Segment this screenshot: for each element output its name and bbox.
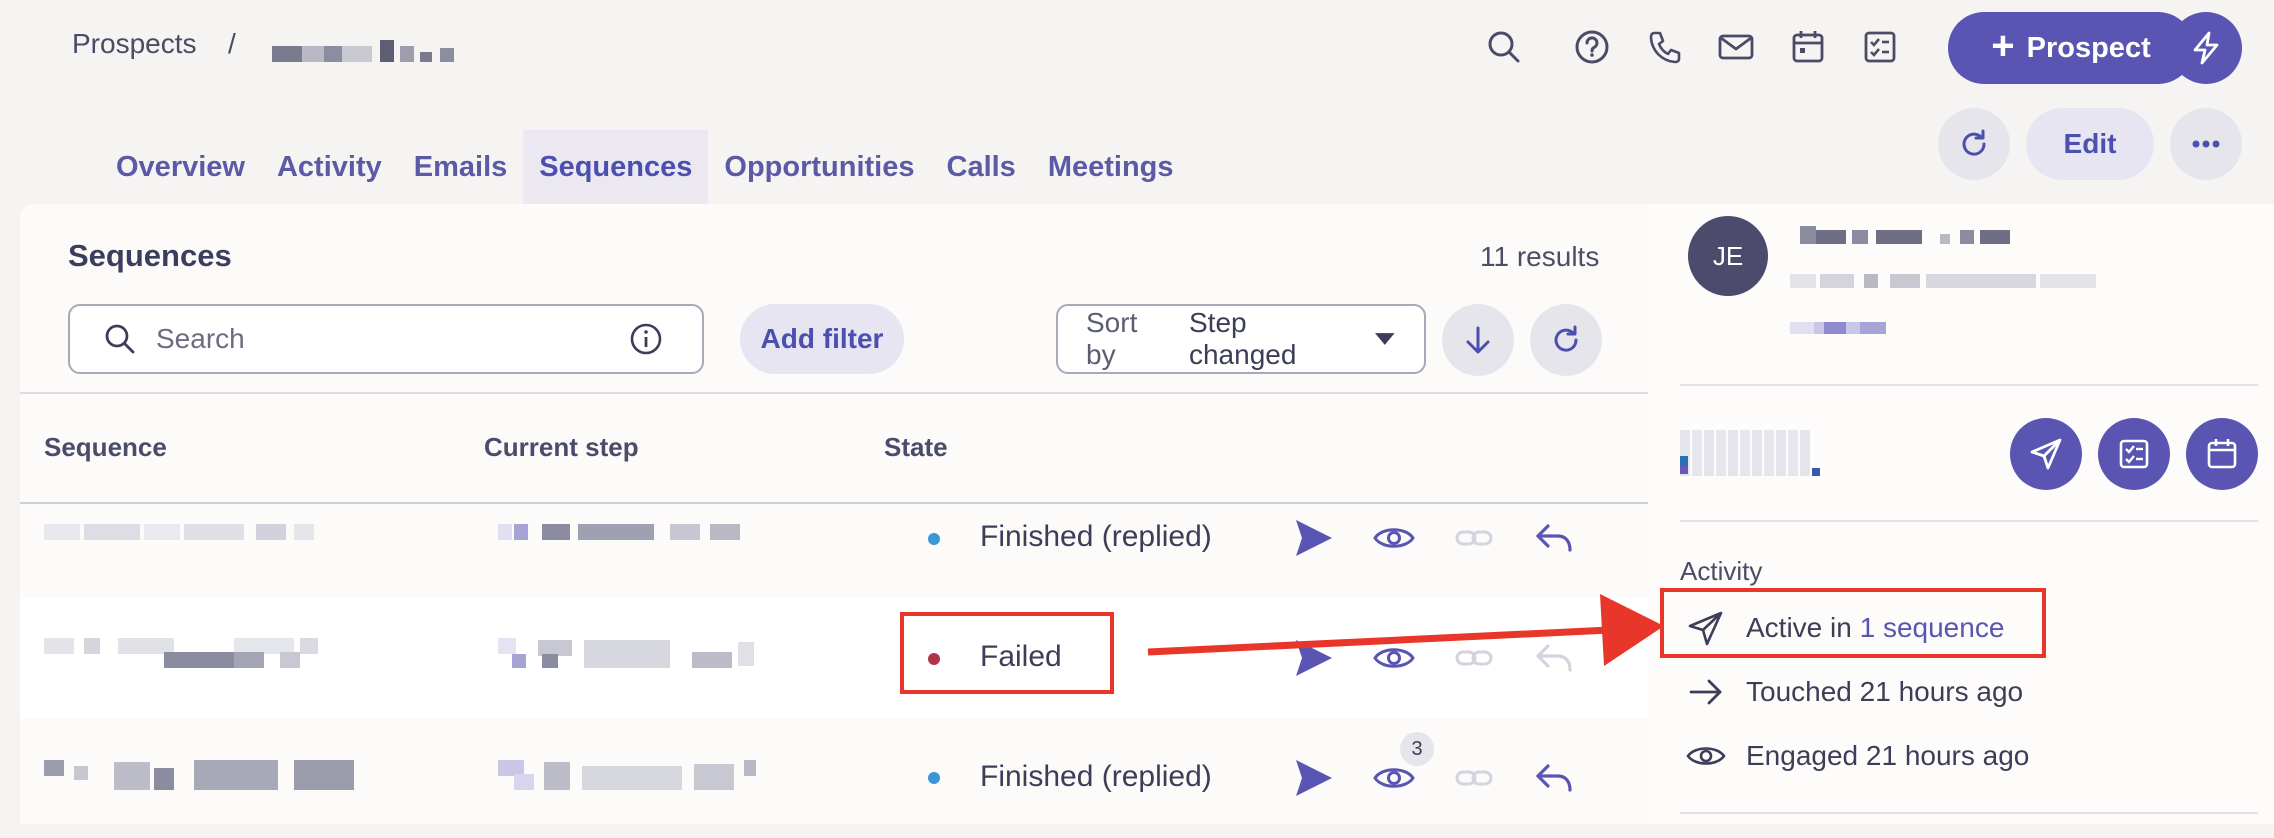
info-icon[interactable] [628,321,664,357]
annotation-arrow [1147,594,1664,666]
state-dot [928,772,940,784]
add-task-button[interactable] [2098,418,2170,490]
arrow-right-icon [1689,679,1722,705]
more-dots-icon [2192,140,2220,148]
task-icon [2119,439,2149,469]
lightning-icon [2193,31,2219,65]
add-prospect-label: Prospect [2026,31,2151,64]
column-header-sequence[interactable]: Sequence [44,432,167,463]
refresh-icon [1962,129,1986,156]
send-icon [2030,438,2062,470]
avatar: JE [1688,216,1768,296]
activity-heading: Activity [1680,556,1763,586]
refresh-list-button[interactable] [1530,304,1602,376]
quick-actions-button[interactable] [2170,12,2242,84]
tab-bar: Overview Activity Emails Sequences Oppor… [100,130,1190,204]
calendar-icon[interactable] [1786,25,1830,69]
more-button[interactable] [2170,108,2242,180]
sort-dropdown[interactable]: Sort by Step changed [1056,304,1426,374]
column-header-current-step[interactable]: Current step [484,432,639,463]
redacted-step-name [498,638,828,668]
reply-icon[interactable] [1532,756,1576,800]
failed-highlight-box [900,612,1114,694]
column-header-state[interactable]: State [884,432,948,463]
tab-sequences[interactable]: Sequences [523,130,709,204]
state-label: Finished (replied) [980,760,1212,793]
breadcrumb-parent[interactable]: Prospects [72,28,197,60]
redacted-step-name [498,520,828,542]
sort-direction-button[interactable] [1442,304,1514,376]
views-count-badge: 3 [1400,732,1434,766]
redacted-contact-title [1790,272,2110,292]
results-count: 11 results [1480,241,1600,272]
link-icon[interactable] [1452,756,1496,800]
refresh-icon [1554,325,1578,352]
panel-title: Sequences [68,238,232,273]
send-icon[interactable] [1292,516,1336,560]
redacted-sequence-name [44,638,424,668]
search-icon [105,324,135,354]
redacted-sequence-name [44,760,424,790]
engagement-sparkline [1680,430,1826,478]
sort-value: Step changed [1188,307,1297,370]
touched-text: Touched 21 hours ago [1746,676,2024,707]
add-filter-button[interactable]: Add filter [740,304,904,374]
send-icon[interactable] [1292,756,1336,800]
link-icon[interactable] [1452,516,1496,560]
tab-calls[interactable]: Calls [931,130,1032,204]
schedule-meeting-button[interactable] [2186,418,2258,490]
tab-overview[interactable]: Overview [100,130,261,204]
redacted-sequence-name [44,520,374,542]
state-label: Finished (replied) [980,520,1212,553]
caret-down-icon [1375,333,1396,345]
eye-icon [1686,747,1726,765]
eye-icon[interactable] [1372,516,1416,560]
tab-meetings[interactable]: Meetings [1032,130,1190,204]
send-email-button[interactable] [2010,418,2082,490]
redacted-contact-name [1800,226,2040,248]
arrow-down-icon [1466,326,1490,354]
tab-activity[interactable]: Activity [261,130,398,204]
search-icon[interactable] [1482,25,1526,69]
tab-opportunities[interactable]: Opportunities [708,130,930,204]
search-input[interactable] [154,322,628,356]
redacted-step-name [498,760,828,790]
engaged-text: Engaged 21 hours ago [1746,740,2030,771]
task-icon[interactable] [1858,25,1902,69]
edit-button[interactable]: Edit [2026,108,2154,180]
state-dot [928,533,940,545]
mail-icon[interactable] [1714,25,1758,69]
engaged-item: Engaged 21 hours ago [1686,736,2029,776]
tab-emails[interactable]: Emails [398,130,524,204]
breadcrumb-separator: / [228,28,236,59]
divider [1680,812,2258,814]
redacted-contact-email [1790,320,1900,336]
refresh-prospect-button[interactable] [1938,108,2010,180]
add-prospect-button[interactable]: + Prospect [1948,12,2194,84]
divider [1680,384,2258,386]
divider [20,392,1648,394]
active-sequence-highlight-box [1660,588,2046,658]
table-row[interactable]: Finished (replied) 3 [20,718,1648,838]
phone-icon[interactable] [1642,25,1686,69]
help-icon[interactable] [1570,25,1614,69]
search-box[interactable] [68,304,704,374]
divider [1680,520,2258,522]
plus-icon: + [1991,24,2015,68]
calendar-icon [2207,439,2237,469]
contact-sidebar [1648,204,2274,824]
touched-item: Touched 21 hours ago [1686,672,2023,712]
sort-label: Sort by [1086,307,1138,370]
reply-icon[interactable] [1532,516,1576,560]
redacted-prospect-name [272,40,456,64]
